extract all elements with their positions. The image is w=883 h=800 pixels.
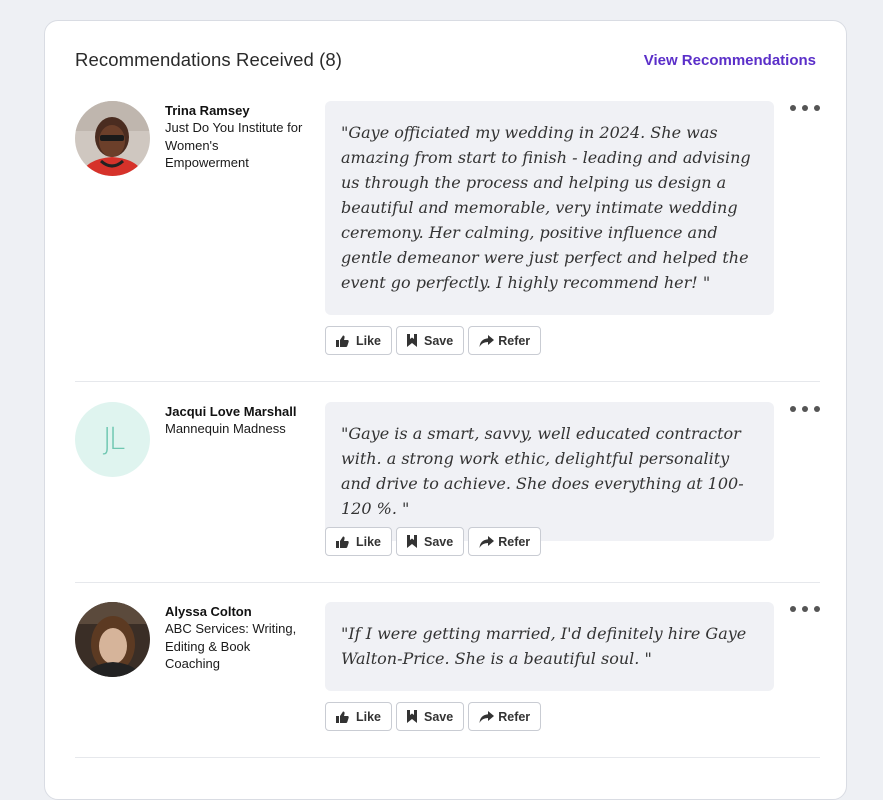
card-header: Recommendations Received (8) View Recomm…: [75, 49, 816, 75]
like-button[interactable]: Like: [325, 326, 393, 355]
recommender-org: Just Do You Institute for Women's Empowe…: [165, 120, 303, 170]
bookmark-icon: [407, 334, 418, 347]
quote-box: "Gaye is a smart, savvy, well educated c…: [325, 402, 774, 541]
dot: [814, 606, 820, 612]
avatar-initials: JL: [102, 422, 125, 457]
recommender-info: Alyssa Colton ABC Services: Writing, Edi…: [165, 603, 305, 673]
dot: [802, 105, 808, 111]
share-arrow-icon: [479, 535, 495, 548]
thumbs-up-icon: [336, 335, 349, 347]
bookmark-icon: [407, 535, 418, 548]
recommender-name[interactable]: Trina Ramsey: [165, 102, 305, 119]
avatar[interactable]: JL: [75, 402, 150, 477]
avatar[interactable]: [75, 101, 150, 176]
refer-button[interactable]: Refer: [468, 702, 542, 731]
quote-box: "If I were getting married, I'd definite…: [325, 602, 774, 691]
like-button[interactable]: Like: [325, 702, 393, 731]
save-button[interactable]: Save: [396, 702, 465, 731]
like-label: Like: [356, 333, 382, 348]
recommender-name[interactable]: Jacqui Love Marshall: [165, 403, 305, 420]
recommender-org: ABC Services: Writing, Editing & Book Co…: [165, 621, 297, 671]
bookmark-icon: [407, 710, 418, 723]
more-options-icon[interactable]: [790, 602, 820, 616]
divider: [75, 757, 820, 758]
dot: [790, 406, 796, 412]
divider: [75, 381, 820, 382]
like-button[interactable]: Like: [325, 527, 393, 556]
quote-text: "If I were getting married, I'd definite…: [341, 624, 747, 668]
save-label: Save: [424, 709, 454, 724]
share-arrow-icon: [479, 710, 495, 723]
refer-label: Refer: [498, 534, 531, 549]
avatar[interactable]: [75, 602, 150, 677]
dot: [814, 105, 820, 111]
dot: [790, 606, 796, 612]
refer-label: Refer: [498, 709, 531, 724]
refer-label: Refer: [498, 333, 531, 348]
card-title: Recommendations Received (8): [75, 49, 343, 70]
save-button[interactable]: Save: [396, 527, 465, 556]
like-label: Like: [356, 709, 382, 724]
recommender-info: Trina Ramsey Just Do You Institute for W…: [165, 102, 305, 172]
like-label: Like: [356, 534, 382, 549]
quote-text: "Gaye is a smart, savvy, well educated c…: [341, 424, 744, 518]
refer-button[interactable]: Refer: [468, 527, 542, 556]
thumbs-up-icon: [336, 536, 349, 548]
save-label: Save: [424, 534, 454, 549]
action-bar: Like Save Refer: [325, 326, 542, 355]
action-bar: Like Save Refer: [325, 702, 542, 731]
save-button[interactable]: Save: [396, 326, 465, 355]
dot: [814, 406, 820, 412]
avatar-photo-icon: [75, 602, 150, 677]
save-label: Save: [424, 333, 454, 348]
share-arrow-icon: [479, 334, 495, 347]
dot: [802, 606, 808, 612]
action-bar: Like Save Refer: [325, 527, 542, 556]
recommendations-card: Recommendations Received (8) View Recomm…: [44, 20, 847, 800]
quote-text: "Gaye officiated my wedding in 2024. She…: [341, 123, 751, 292]
divider: [75, 582, 820, 583]
recommender-org: Mannequin Madness: [165, 421, 286, 436]
dot: [802, 406, 808, 412]
thumbs-up-icon: [336, 711, 349, 723]
more-options-icon[interactable]: [790, 101, 820, 115]
dot: [790, 105, 796, 111]
recommender-info: Jacqui Love Marshall Mannequin Madness: [165, 403, 305, 438]
view-recommendations-link[interactable]: View Recommendations: [644, 52, 816, 69]
refer-button[interactable]: Refer: [468, 326, 542, 355]
recommender-name[interactable]: Alyssa Colton: [165, 603, 305, 620]
quote-box: "Gaye officiated my wedding in 2024. She…: [325, 101, 774, 315]
more-options-icon[interactable]: [790, 402, 820, 416]
avatar-photo-icon: [75, 101, 150, 176]
